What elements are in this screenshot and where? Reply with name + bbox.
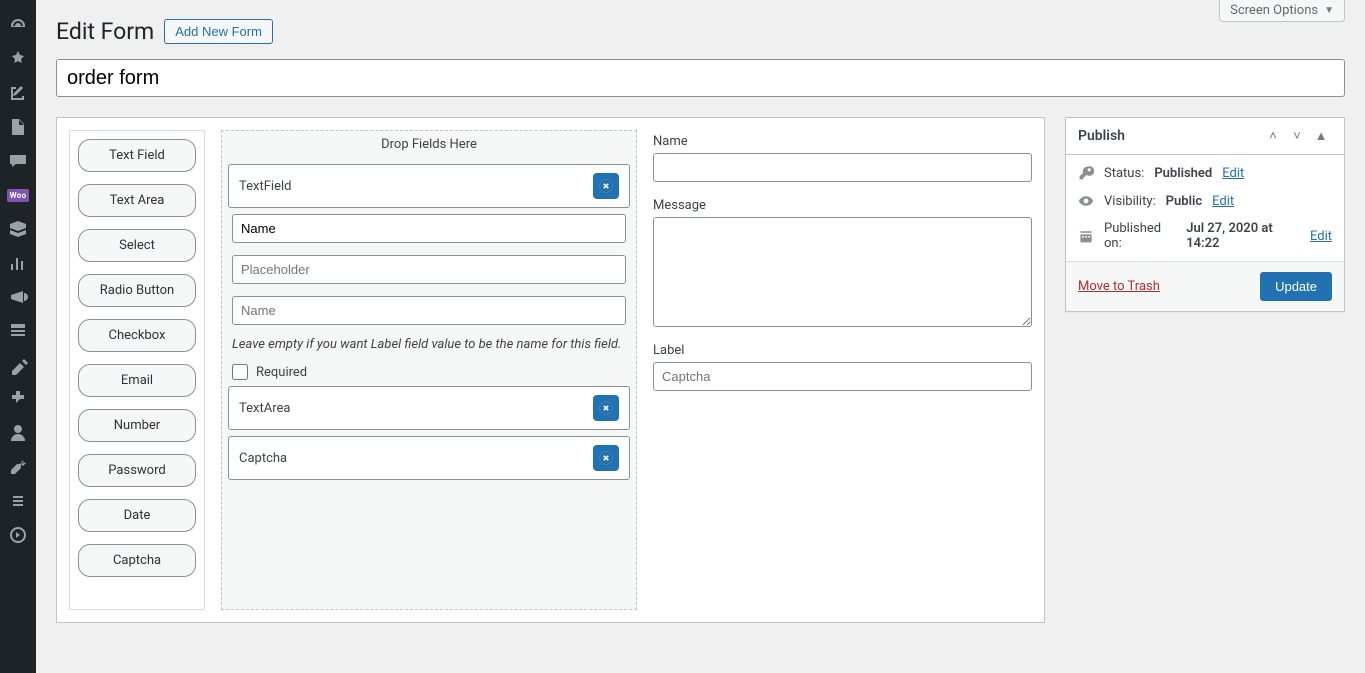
dashboard-icon[interactable] <box>0 8 36 42</box>
dropped-textfield-label: TextField <box>239 179 291 194</box>
visibility-label: Visibility: <box>1104 194 1156 209</box>
config-required-checkbox[interactable] <box>232 364 248 380</box>
palette-date[interactable]: Date <box>78 499 196 532</box>
preview-name-label: Name <box>653 134 1032 149</box>
preview-message-label: Message <box>653 198 1032 213</box>
dropped-textarea[interactable]: TextArea <box>228 386 630 430</box>
dropped-captcha-label: Captcha <box>239 451 287 466</box>
collapse-icon[interactable] <box>0 518 36 552</box>
comments-icon[interactable] <box>0 144 36 178</box>
palette-radio-button[interactable]: Radio Button <box>78 274 196 307</box>
plugins-icon[interactable] <box>0 382 36 416</box>
drop-zone-title: Drop Fields Here <box>228 131 630 158</box>
key-icon <box>1078 165 1094 181</box>
publish-box: Publish ˄ ˅ ▲ Status: Published Edit <box>1065 117 1345 312</box>
config-required-row[interactable]: Required <box>232 364 626 380</box>
status-label: Status: <box>1104 166 1144 181</box>
published-edit-link[interactable]: Edit <box>1310 229 1332 244</box>
config-required-label: Required <box>256 365 307 380</box>
remove-textarea-button[interactable] <box>593 395 619 421</box>
palette-captcha[interactable]: Captcha <box>78 544 196 577</box>
settings-icon[interactable] <box>0 484 36 518</box>
remove-captcha-button[interactable] <box>593 445 619 471</box>
config-name-input[interactable] <box>232 296 626 325</box>
page-title: Edit Form <box>56 18 154 45</box>
palette-password[interactable]: Password <box>78 454 196 487</box>
remove-textfield-button[interactable] <box>593 173 619 199</box>
palette-text-field[interactable]: Text Field <box>78 139 196 172</box>
forms-icon[interactable] <box>0 314 36 348</box>
config-label-input[interactable] <box>232 214 626 243</box>
dropped-textfield[interactable]: TextField <box>228 164 630 208</box>
preview-message-textarea[interactable] <box>653 217 1032 327</box>
form-title-input[interactable] <box>56 59 1345 97</box>
preview-captcha-input[interactable] <box>653 362 1032 391</box>
marketing-icon[interactable] <box>0 280 36 314</box>
media-icon[interactable] <box>0 76 36 110</box>
field-palette: Text Field Text Area Select Radio Button… <box>69 130 205 610</box>
visibility-value: Public <box>1166 194 1202 209</box>
publish-title: Publish <box>1078 128 1125 144</box>
form-preview: Name Message Label <box>653 130 1032 610</box>
pin-icon[interactable] <box>0 42 36 76</box>
add-new-form-button[interactable]: Add New Form <box>164 19 273 44</box>
chevron-down-icon: ▼ <box>1324 5 1334 16</box>
palette-checkbox[interactable]: Checkbox <box>78 319 196 352</box>
move-to-trash-link[interactable]: Move to Trash <box>1078 279 1160 294</box>
screen-options-label: Screen Options <box>1230 3 1318 18</box>
textfield-config: Leave empty if you want Label field valu… <box>228 214 630 380</box>
admin-menu: Woo <box>0 0 36 673</box>
published-label: Published on: <box>1104 221 1176 251</box>
form-builder: Text Field Text Area Select Radio Button… <box>56 117 1045 623</box>
palette-email[interactable]: Email <box>78 364 196 397</box>
palette-text-area[interactable]: Text Area <box>78 184 196 217</box>
calendar-icon <box>1078 228 1094 244</box>
dropped-captcha[interactable]: Captcha <box>228 436 630 480</box>
palette-select[interactable]: Select <box>78 229 196 262</box>
preview-name-input[interactable] <box>653 153 1032 182</box>
config-placeholder-input[interactable] <box>232 255 626 284</box>
screen-options-toggle[interactable]: Screen Options ▼ <box>1219 0 1345 22</box>
dropped-textarea-label: TextArea <box>239 401 290 416</box>
status-value: Published <box>1154 166 1212 181</box>
toggle-panel-icon[interactable]: ▲ <box>1310 128 1332 144</box>
woocommerce-icon[interactable]: Woo <box>0 178 36 212</box>
status-edit-link[interactable]: Edit <box>1222 166 1244 181</box>
users-icon[interactable] <box>0 416 36 450</box>
products-icon[interactable] <box>0 212 36 246</box>
update-button[interactable]: Update <box>1260 272 1332 301</box>
config-hint: Leave empty if you want Label field valu… <box>232 337 626 352</box>
move-down-icon[interactable]: ˅ <box>1286 128 1308 144</box>
eye-icon <box>1078 193 1094 209</box>
move-up-icon[interactable]: ˄ <box>1262 128 1284 144</box>
tools-icon[interactable] <box>0 450 36 484</box>
palette-number[interactable]: Number <box>78 409 196 442</box>
preview-captcha-label: Label <box>653 343 1032 358</box>
pages-icon[interactable] <box>0 110 36 144</box>
published-value: Jul 27, 2020 at 14:22 <box>1186 221 1300 251</box>
drop-zone[interactable]: Drop Fields Here TextField Leave empty i… <box>221 130 637 610</box>
analytics-icon[interactable] <box>0 246 36 280</box>
appearance-icon[interactable] <box>0 348 36 382</box>
visibility-edit-link[interactable]: Edit <box>1212 194 1234 209</box>
